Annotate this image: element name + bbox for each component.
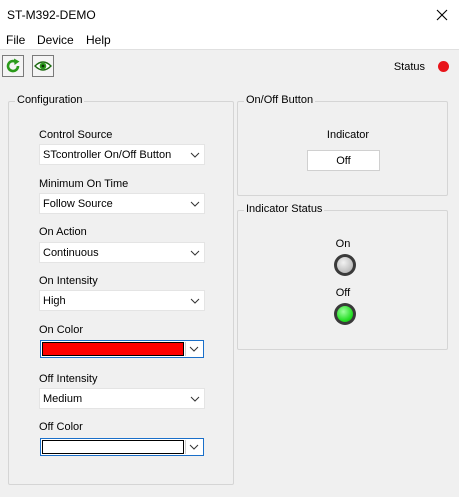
on-action-label: On Action (39, 226, 87, 238)
close-icon (436, 9, 448, 21)
chevron-down-icon (189, 444, 199, 450)
refresh-icon (6, 58, 20, 73)
refresh-button[interactable] (2, 55, 24, 77)
indicator-label: Indicator (326, 129, 370, 141)
on-action-dropdown[interactable]: Continuous (39, 242, 205, 263)
eye-icon (34, 61, 52, 71)
on-intensity-label: On Intensity (39, 275, 98, 287)
indicator-toggle-button[interactable]: Off (307, 150, 380, 171)
control-source-label: Control Source (39, 129, 113, 141)
off-color-picker[interactable] (40, 438, 204, 456)
menu-device[interactable]: Device (37, 33, 74, 47)
chevron-down-icon (190, 396, 200, 402)
off-intensity-label: Off Intensity (39, 373, 98, 385)
chevron-down-icon (190, 298, 200, 304)
configuration-group: Configuration Control Source STcontrolle… (8, 94, 234, 485)
chevron-down-icon (190, 152, 200, 158)
off-color-label: Off Color (39, 421, 83, 433)
chevron-down-icon (189, 346, 199, 352)
menu-bar: File Device Help (0, 30, 459, 49)
control-source-dropdown[interactable]: STcontroller On/Off Button (39, 144, 205, 165)
control-source-value: STcontroller On/Off Button (43, 149, 172, 161)
view-button[interactable] (32, 55, 54, 77)
off-led-lamp (337, 306, 353, 322)
onoff-button-title: On/Off Button (244, 94, 316, 106)
status-indicator (438, 61, 449, 72)
chevron-down-icon (190, 201, 200, 207)
toolbar: Status (0, 49, 459, 82)
on-led-label: On (335, 238, 351, 250)
on-intensity-dropdown[interactable]: High (39, 290, 205, 311)
configuration-title: Configuration (15, 94, 85, 106)
off-intensity-dropdown[interactable]: Medium (39, 388, 205, 409)
minimum-on-time-label: Minimum On Time (39, 178, 129, 190)
off-color-swatch (42, 440, 184, 454)
menu-help[interactable]: Help (86, 33, 111, 47)
close-button[interactable] (425, 0, 459, 30)
on-color-swatch (42, 342, 184, 356)
window-title: ST-M392-DEMO (7, 8, 96, 22)
on-led (334, 254, 356, 276)
chevron-down-icon (190, 250, 200, 256)
on-color-picker[interactable] (40, 340, 204, 358)
on-action-value: Continuous (43, 247, 99, 259)
status-label: Status (393, 61, 425, 73)
on-color-dropdown-arrow[interactable] (185, 342, 202, 356)
on-led-lamp (337, 257, 353, 273)
indicator-toggle-label: Off (336, 154, 351, 167)
menu-file[interactable]: File (6, 33, 25, 47)
title-bar: ST-M392-DEMO (0, 0, 459, 30)
off-intensity-value: Medium (43, 393, 83, 405)
off-led (334, 303, 356, 325)
on-color-label: On Color (39, 324, 84, 336)
minimum-on-time-value: Follow Source (43, 198, 113, 210)
on-intensity-value: High (43, 295, 66, 307)
minimum-on-time-dropdown[interactable]: Follow Source (39, 193, 205, 214)
indicator-status-group: Indicator Status On Off (237, 203, 448, 350)
off-led-label: Off (335, 287, 351, 299)
off-color-dropdown-arrow[interactable] (185, 440, 202, 454)
onoff-button-group: On/Off Button Indicator Off (237, 94, 448, 196)
indicator-status-title: Indicator Status (244, 203, 325, 215)
